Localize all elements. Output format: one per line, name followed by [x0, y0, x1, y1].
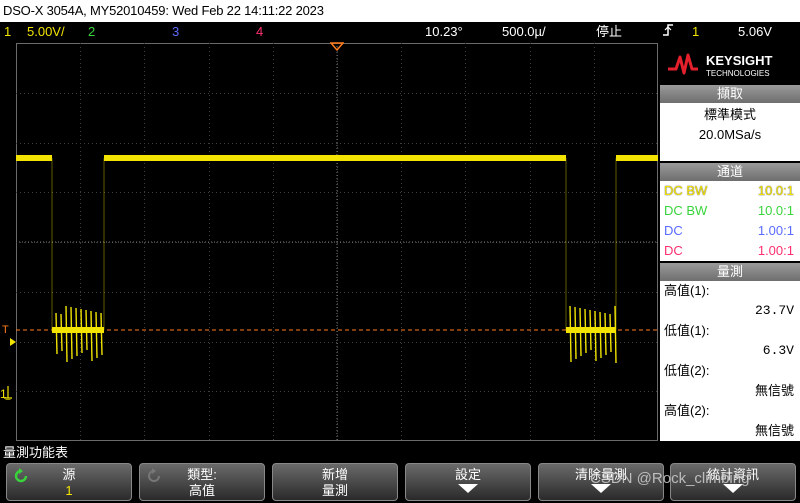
keysight-logo: KEYSIGHT TECHNOLOGIES	[660, 43, 800, 85]
timebase[interactable]: 500.0µ/	[502, 22, 546, 42]
measurement-value: 23.7V	[754, 303, 794, 318]
status-bar: 1 5.00V/ 2 3 4 10.23° 500.0µ/ 停止 1 5.06V	[0, 22, 800, 42]
ch1-trace-burst	[579, 307, 582, 357]
acquisition-header: 擷取	[660, 85, 800, 103]
measurement-value: 無信號	[754, 383, 794, 398]
rotate-knob-icon	[14, 468, 28, 483]
softkey-title: 設定	[454, 467, 481, 482]
softkey-value: 1	[65, 483, 73, 498]
measurement-label: 高值(1):	[664, 283, 710, 298]
channel-row: DC BW 10.0:1	[660, 181, 800, 201]
run-state[interactable]: 停止	[596, 22, 622, 42]
ch1-trace-burst	[584, 308, 587, 354]
softkey-value: 高值	[188, 483, 215, 498]
trigger-channel: 1	[692, 24, 700, 39]
acquisition-mode: 標準模式	[703, 107, 756, 122]
menu-title: 量測功能表	[3, 445, 69, 460]
graticule	[16, 43, 658, 441]
ch1-trace-burst	[589, 309, 592, 351]
instrument-title: DSO-X 3054A, MY52010459: Wed Feb 22 14:1…	[3, 3, 324, 18]
ch1-trace-burst	[85, 309, 88, 351]
trigger-level-marker: T	[2, 324, 9, 336]
ch1-trace-burst	[599, 311, 602, 359]
submenu-arrow-icon	[458, 484, 478, 493]
ch1-trace-burst	[65, 305, 68, 363]
softkey-title: 新增	[321, 467, 348, 482]
channel-markers: T 1	[0, 324, 16, 400]
trigger-position-marker	[330, 42, 344, 52]
ch1-trace-burst	[95, 311, 98, 359]
measurements-panel[interactable]: 量測 高值(1): 23.7V 低值(1): 6.3V 低值(2): 無信號 高…	[660, 263, 800, 441]
ch4-number[interactable]: 4	[256, 22, 263, 42]
measurement-label: 低值(1):	[664, 323, 710, 338]
ch4-coupling: DC	[664, 243, 683, 258]
ch1-trace-high	[16, 155, 52, 161]
svg-text:TECHNOLOGIES: TECHNOLOGIES	[706, 69, 770, 78]
channel-row: DC 1.00:1	[660, 221, 800, 241]
ch1-scale[interactable]: 5.00V/	[27, 22, 65, 42]
channels-header: 通道	[660, 163, 800, 181]
ch1-trace-burst	[80, 308, 83, 354]
measurements-header: 量測	[660, 263, 800, 281]
ch1-probe: 10.0:1	[757, 183, 794, 198]
add-measurement-softkey[interactable]: 新增 量測	[272, 463, 398, 501]
softkey-value: 量測	[321, 483, 348, 498]
sample-rate: 20.0MSa/s	[698, 127, 762, 142]
title-bar: DSO-X 3054A, MY52010459: Wed Feb 22 14:1…	[0, 0, 800, 22]
ch2-number[interactable]: 2	[88, 22, 95, 42]
ch3-coupling: DC	[664, 223, 683, 238]
ch1-trace-burst	[594, 310, 597, 362]
ch1-trace-burst	[574, 306, 577, 360]
ch1-trace-burst	[614, 305, 617, 364]
trigger-level[interactable]: 5.06V	[738, 22, 772, 42]
svg-text:KEYSIGHT: KEYSIGHT	[706, 53, 773, 68]
settings-softkey[interactable]: 設定	[405, 463, 531, 501]
channels-panel[interactable]: 通道 DC BW 10.0:1 DC BW 10.0:1 DC 1.00:1 D…	[660, 163, 800, 261]
measurement-value: 無信號	[754, 423, 794, 438]
measurement-label: 高值(2):	[664, 403, 710, 418]
ch1-trace-burst	[604, 312, 607, 356]
ch1-trace-burst	[100, 312, 103, 356]
measurement-label: 低值(2):	[664, 363, 710, 378]
ch2-coupling: DC BW	[664, 203, 708, 218]
ch1-trace-burst	[569, 305, 572, 363]
ch4-probe: 1.00:1	[757, 243, 794, 258]
trigger-arrow-icon	[10, 338, 16, 346]
ch1-trace-burst	[609, 313, 612, 353]
ch1-trace-burst	[75, 307, 78, 357]
acquisition-panel[interactable]: 擷取 標準模式 20.0MSa/s	[660, 85, 800, 161]
ch1-number[interactable]: 1	[4, 22, 11, 42]
ch3-probe: 1.00:1	[757, 223, 794, 238]
ch1-coupling: DC BW	[664, 183, 708, 198]
ch1-trace-burst	[70, 306, 73, 360]
info-sidebar: KEYSIGHT TECHNOLOGIES 擷取 標準模式 20.0MSa/s …	[660, 43, 800, 441]
ch2-probe: 10.0:1	[757, 203, 794, 218]
ch1-trace-burst	[90, 310, 93, 362]
source-softkey[interactable]: 源 1	[6, 463, 132, 501]
measurement-value: 6.3V	[762, 343, 794, 358]
channel-row: DC BW 10.0:1	[660, 201, 800, 221]
ch1-trace-burst	[55, 312, 58, 355]
ch1-trace-burst	[60, 313, 63, 352]
time-offset[interactable]: 10.23°	[425, 22, 463, 42]
trigger-edge-icon	[662, 22, 674, 44]
type-softkey[interactable]: 類型: 高值	[139, 463, 265, 501]
channel-row: DC 1.00:1	[660, 241, 800, 261]
ch1-trace-high	[616, 155, 658, 161]
watermark: CSDN @Rock_climbing	[590, 470, 750, 487]
ch1-trace-high	[104, 155, 566, 161]
ch3-number[interactable]: 3	[172, 22, 179, 42]
waveform-display[interactable]	[16, 43, 658, 441]
rotate-knob-icon	[148, 468, 160, 482]
